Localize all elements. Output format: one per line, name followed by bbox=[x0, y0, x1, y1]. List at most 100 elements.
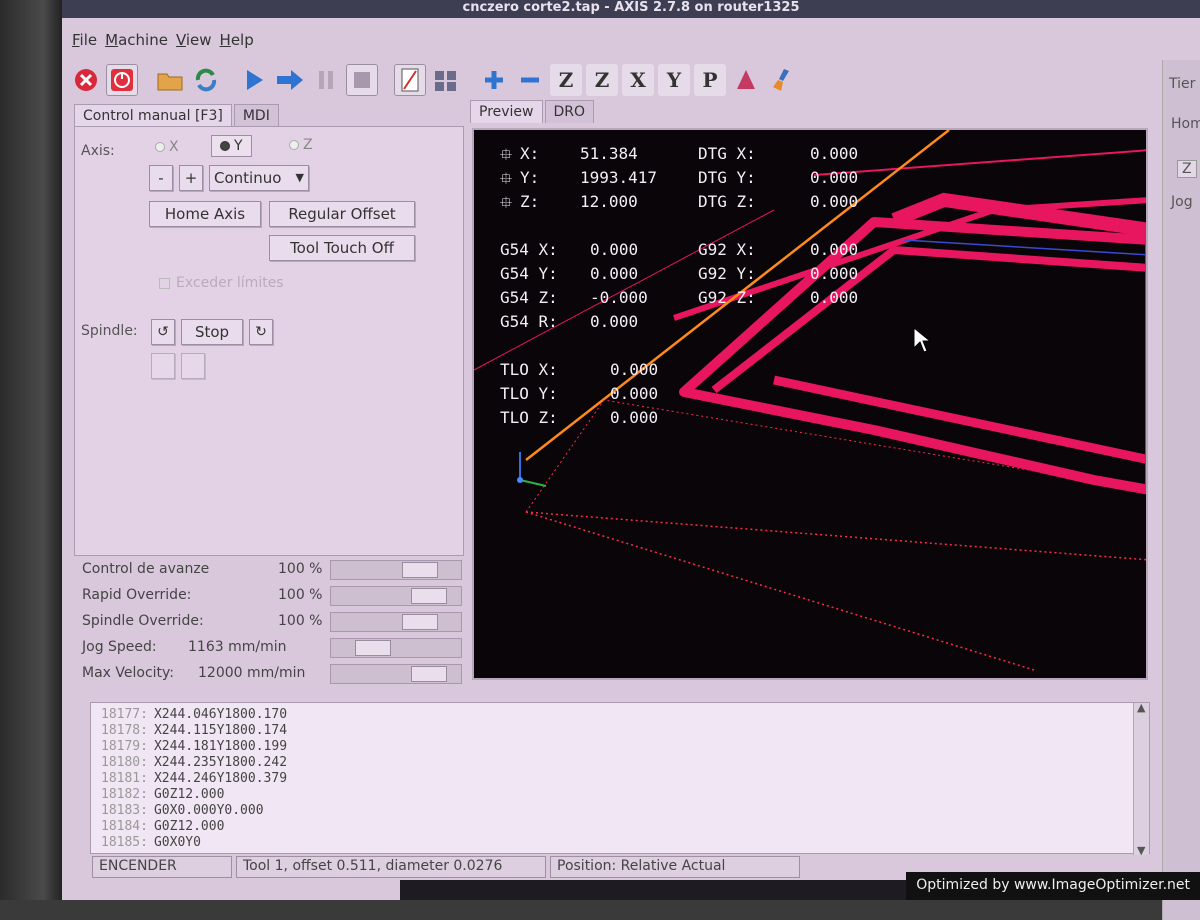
slider-handle[interactable] bbox=[402, 614, 438, 630]
gcode-line[interactable]: 18182: G0Z12.000 bbox=[101, 787, 224, 802]
exceed-limits-checkbox[interactable]: Exceder límites bbox=[159, 275, 284, 291]
clear-plot-button[interactable] bbox=[766, 64, 798, 96]
open-file-button[interactable] bbox=[154, 64, 186, 96]
gcode-text: X244.046Y1800.170 bbox=[153, 707, 288, 722]
machine-power-button[interactable] bbox=[106, 64, 138, 96]
g54-value: 0.000 bbox=[590, 264, 639, 283]
jog-plus-button[interactable]: + bbox=[179, 165, 203, 191]
position-mode: Position: Relative Actual bbox=[550, 856, 800, 878]
g54-value: 0.000 bbox=[590, 240, 639, 259]
zoom-out-button[interactable] bbox=[514, 64, 546, 96]
tab-manual-control[interactable]: Control manual [F3] bbox=[74, 104, 232, 127]
gcode-text: G0Z12.000 bbox=[153, 787, 225, 802]
g54-label: G54 Y: bbox=[500, 264, 558, 283]
dtg-value: 0.000 bbox=[810, 144, 859, 163]
slider-handle[interactable] bbox=[402, 562, 438, 578]
gcode-scrollbar[interactable]: ▲ ▼ bbox=[1133, 701, 1149, 857]
gcode-line[interactable]: 18183: G0X0.000Y0.000 bbox=[101, 803, 264, 818]
slider-handle[interactable] bbox=[411, 588, 447, 604]
g92-value: 0.000 bbox=[810, 264, 859, 283]
mouse-cursor-icon bbox=[913, 326, 932, 353]
gcode-line[interactable]: 18177: X244.046Y1800.170 bbox=[101, 707, 287, 722]
axis-z-radio[interactable]: Z bbox=[289, 137, 313, 153]
block-delete-button[interactable] bbox=[394, 64, 426, 96]
optional-stop-button[interactable] bbox=[430, 64, 462, 96]
slider-track[interactable] bbox=[330, 664, 462, 684]
axis-y-radio[interactable]: Y bbox=[211, 135, 252, 157]
spindle-cw-button[interactable]: ↻ bbox=[249, 319, 273, 345]
jog-minus-button[interactable]: - bbox=[149, 165, 173, 191]
play-icon bbox=[247, 70, 263, 90]
view-z-button[interactable]: Z bbox=[550, 64, 582, 96]
homed-axis-icon: ⯐ bbox=[500, 169, 513, 188]
estop-button[interactable] bbox=[70, 64, 102, 96]
axis-x-radio[interactable]: X bbox=[155, 139, 179, 155]
menu-view[interactable]: View bbox=[176, 31, 212, 49]
spindle-faster-button[interactable] bbox=[181, 353, 205, 379]
slider-handle[interactable] bbox=[355, 640, 391, 656]
spindle-ccw-button[interactable]: ↺ bbox=[151, 319, 175, 345]
slider-label: Rapid Override: bbox=[82, 587, 192, 603]
g54-value: -0.000 bbox=[590, 288, 648, 307]
tab-preview[interactable]: Preview bbox=[470, 100, 543, 123]
spindle-slower-button[interactable] bbox=[151, 353, 175, 379]
step-button[interactable] bbox=[274, 64, 306, 96]
menu-machine[interactable]: Machine bbox=[105, 31, 168, 49]
slider-track[interactable] bbox=[330, 560, 462, 580]
slider-row: Jog Speed: 1163 mm/min bbox=[80, 636, 466, 660]
toolpath-preview[interactable]: ⯐ X: 51.384 DTG X: 0.000 ⯐ Y: 1993.417 DTG Y: 0.0… bbox=[472, 128, 1148, 680]
pause-button[interactable] bbox=[310, 64, 342, 96]
gcode-line[interactable]: 18178: X244.115Y1800.174 bbox=[101, 723, 287, 738]
slider-track[interactable] bbox=[330, 586, 462, 606]
rotate-view-button[interactable] bbox=[730, 64, 762, 96]
slider-row: Max Velocity: 12000 mm/min bbox=[80, 662, 466, 686]
tab-dro[interactable]: DRO bbox=[544, 100, 595, 123]
estop-icon bbox=[75, 69, 97, 91]
g54-label: G54 R: bbox=[500, 312, 558, 331]
gcode-line[interactable]: 18184: G0Z12.000 bbox=[101, 819, 224, 834]
gcode-line[interactable]: 18185: G0X0Y0 bbox=[101, 835, 201, 850]
view-z2-button[interactable]: Z bbox=[586, 64, 618, 96]
jog-mode-select[interactable]: Continuo ▼ bbox=[209, 165, 309, 191]
view-x-button[interactable]: X bbox=[622, 64, 654, 96]
z-button[interactable]: Z bbox=[1177, 160, 1197, 178]
view-y-button[interactable]: Y bbox=[658, 64, 690, 96]
view-p-button[interactable]: P bbox=[694, 64, 726, 96]
slider-handle[interactable] bbox=[411, 666, 447, 682]
menu-help[interactable]: Help bbox=[220, 31, 254, 49]
slider-track[interactable] bbox=[330, 612, 462, 632]
menu-file[interactable]: File bbox=[72, 31, 97, 49]
window-title: cnczero corte2.tap - AXIS 2.7.8 on route… bbox=[62, 0, 1200, 18]
regular-offset-button[interactable]: Regular Offset bbox=[269, 201, 415, 227]
left-tabs: Control manual [F3] MDI bbox=[74, 104, 281, 127]
dtg-value: 0.000 bbox=[810, 168, 859, 187]
checkbox-icon bbox=[159, 277, 170, 289]
gcode-listing[interactable]: ▲ ▼ 18177: X244.046Y1800.170 18178: X244.11… bbox=[90, 701, 1150, 857]
gcode-line[interactable]: 18181: X244.246Y1800.379 bbox=[101, 771, 287, 786]
homed-axis-icon: ⯐ bbox=[500, 193, 513, 212]
g54-label: G54 Z: bbox=[500, 288, 558, 307]
gcode-text: G0X0.000Y0.000 bbox=[153, 803, 264, 818]
tab-mdi[interactable]: MDI bbox=[233, 104, 279, 127]
slider-track[interactable] bbox=[330, 638, 462, 658]
reload-button[interactable] bbox=[190, 64, 222, 96]
line-number: 18180: bbox=[101, 755, 148, 770]
block-delete-icon bbox=[401, 68, 419, 92]
run-button[interactable] bbox=[238, 64, 270, 96]
tool-info: Tool 1, offset 0.511, diameter 0.0276 bbox=[236, 856, 546, 878]
dro-axis-value: 12.000 bbox=[580, 192, 638, 211]
gcode-line[interactable]: 18179: X244.181Y1800.199 bbox=[101, 739, 287, 754]
optional-stop-icon bbox=[435, 71, 456, 91]
slider-label: Jog Speed: bbox=[82, 639, 157, 655]
tool-touch-off-button[interactable]: Tool Touch Off bbox=[269, 235, 415, 261]
monitor-bezel bbox=[0, 0, 62, 900]
stop-button[interactable] bbox=[346, 64, 378, 96]
gcode-line[interactable]: 18180: X244.235Y1800.242 bbox=[101, 755, 287, 770]
tlo-label: TLO Z: bbox=[500, 408, 558, 427]
spindle-stop-button[interactable]: Stop bbox=[181, 319, 243, 345]
zoom-in-button[interactable] bbox=[478, 64, 510, 96]
axis-window: cnczero corte2.tap - AXIS 2.7.8 on route… bbox=[62, 0, 1200, 920]
spindle-label: Spindle: bbox=[81, 323, 138, 339]
slider-row: Control de avanze 100 % bbox=[80, 558, 466, 582]
home-axis-button[interactable]: Home Axis bbox=[149, 201, 261, 227]
